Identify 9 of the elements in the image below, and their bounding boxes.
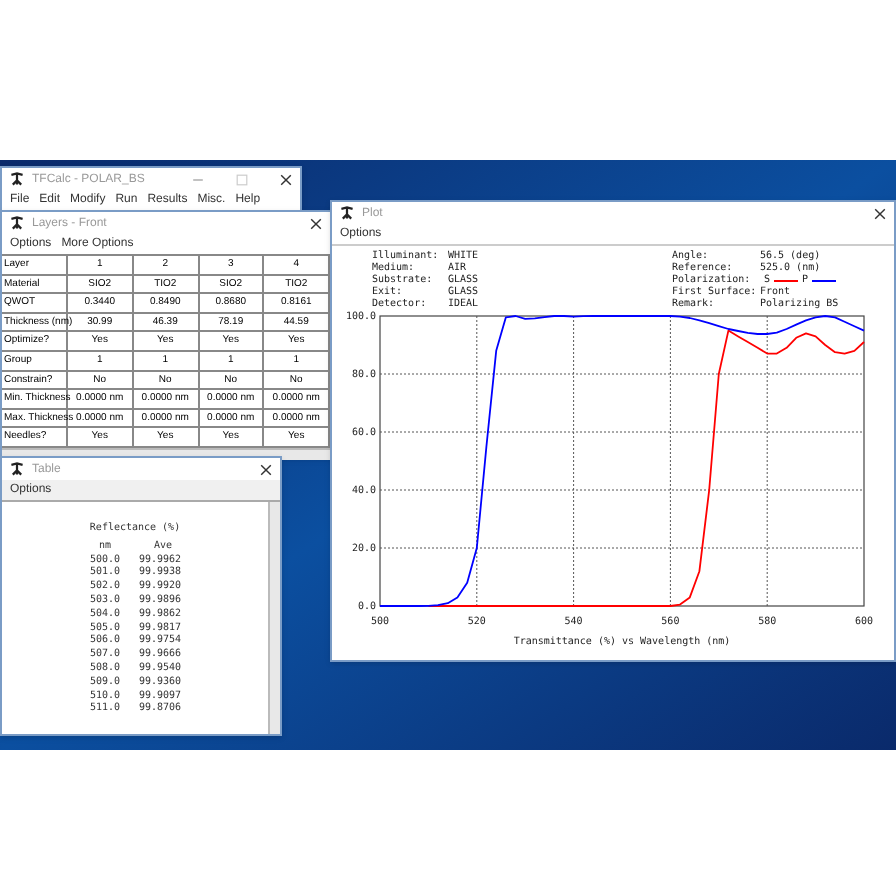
app-logo-icon xyxy=(10,172,24,186)
close-icon[interactable] xyxy=(310,217,322,229)
close-icon[interactable] xyxy=(280,173,292,185)
app-logo-icon xyxy=(10,216,24,230)
app-logo-icon xyxy=(340,206,354,220)
close-icon[interactable] xyxy=(874,207,886,219)
app-logo-icon xyxy=(10,462,24,476)
close-icon[interactable] xyxy=(260,463,272,475)
vertical-scrollbar[interactable] xyxy=(268,502,280,734)
